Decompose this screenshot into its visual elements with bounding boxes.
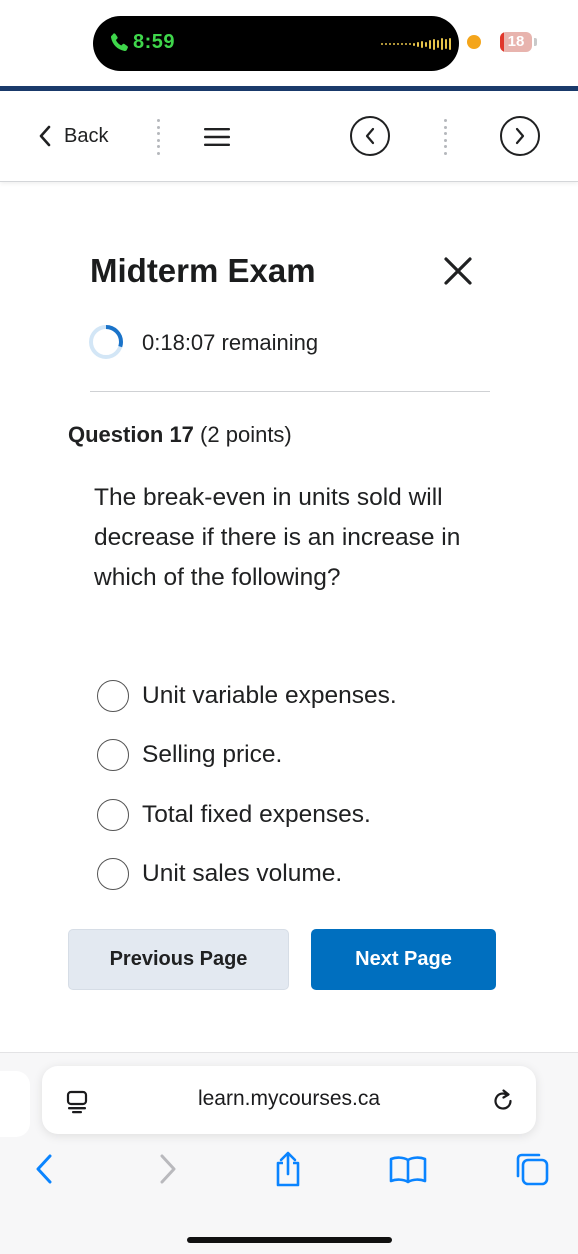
audio-waveform-icon bbox=[381, 38, 451, 50]
question-number: Question 17 bbox=[68, 422, 194, 447]
reload-icon[interactable] bbox=[490, 1088, 516, 1114]
answer-option[interactable]: Selling price. bbox=[97, 735, 282, 775]
option-label: Total fixed expenses. bbox=[142, 801, 371, 828]
forward-arrow-icon bbox=[160, 1154, 176, 1184]
divider bbox=[90, 391, 490, 392]
hamburger-menu-icon[interactable] bbox=[204, 127, 230, 147]
option-label: Selling price. bbox=[142, 741, 283, 768]
address-bar[interactable]: learn.mycourses.ca bbox=[42, 1066, 536, 1134]
bookmarks-icon bbox=[389, 1156, 427, 1184]
time-remaining: 0:18:07 remaining bbox=[142, 330, 319, 355]
status-time: 8:59 bbox=[133, 31, 176, 53]
battery-level: 18 bbox=[507, 33, 525, 50]
share-button[interactable] bbox=[268, 1149, 308, 1189]
separator-dots bbox=[157, 119, 161, 155]
circle-chevron-right-icon bbox=[515, 127, 525, 145]
question-points: (2 points) bbox=[200, 422, 292, 447]
answer-option[interactable]: Unit sales volume. bbox=[97, 854, 342, 894]
option-label: Unit variable expenses. bbox=[142, 682, 397, 709]
share-icon bbox=[276, 1151, 300, 1187]
bookmarks-button[interactable] bbox=[388, 1149, 428, 1189]
page-title: Midterm Exam bbox=[90, 252, 316, 289]
previous-page-button[interactable]: Previous Page bbox=[68, 929, 289, 990]
phone-icon bbox=[110, 33, 128, 52]
nav-bar: Back bbox=[0, 91, 578, 182]
next-page-button[interactable]: Next Page bbox=[311, 929, 496, 990]
radio-button[interactable] bbox=[97, 799, 129, 831]
radio-button[interactable] bbox=[97, 680, 129, 712]
answer-option[interactable]: Unit variable expenses. bbox=[97, 676, 397, 716]
tabs-icon bbox=[516, 1153, 549, 1186]
circle-chevron-left-icon bbox=[365, 127, 375, 145]
dynamic-island[interactable]: 8:59 bbox=[93, 16, 459, 71]
radio-button[interactable] bbox=[97, 739, 129, 771]
browser-back-button[interactable] bbox=[24, 1149, 64, 1189]
question-heading: Question 17 (2 points) bbox=[68, 422, 292, 448]
previous-tab-preview[interactable] bbox=[0, 1071, 30, 1137]
radio-button[interactable] bbox=[97, 858, 129, 890]
timer-progress-icon bbox=[89, 325, 123, 359]
tabs-button[interactable] bbox=[512, 1149, 552, 1189]
back-arrow-icon bbox=[36, 1154, 52, 1184]
battery-tip bbox=[534, 38, 537, 46]
back-label: Back bbox=[64, 124, 109, 147]
next-question-button[interactable] bbox=[500, 116, 540, 156]
answer-option[interactable]: Total fixed expenses. bbox=[97, 795, 371, 835]
option-label: Unit sales volume. bbox=[142, 860, 343, 887]
url-text: learn.mycourses.ca bbox=[197, 1087, 381, 1110]
battery-icon: 18 bbox=[500, 32, 532, 52]
recording-indicator-icon bbox=[467, 35, 481, 49]
back-button[interactable]: Back bbox=[38, 121, 108, 151]
separator-dots bbox=[444, 119, 448, 155]
browser-forward-button[interactable] bbox=[148, 1149, 188, 1189]
previous-question-button[interactable] bbox=[350, 116, 390, 156]
close-icon[interactable] bbox=[443, 256, 473, 286]
chevron-left-icon bbox=[39, 125, 51, 147]
browser-toolbar: learn.mycourses.ca bbox=[0, 1052, 578, 1254]
home-indicator bbox=[187, 1237, 392, 1243]
status-bar: 8:59 18 bbox=[0, 0, 578, 86]
question-text: The break-even in units sold will decrea… bbox=[94, 484, 461, 591]
